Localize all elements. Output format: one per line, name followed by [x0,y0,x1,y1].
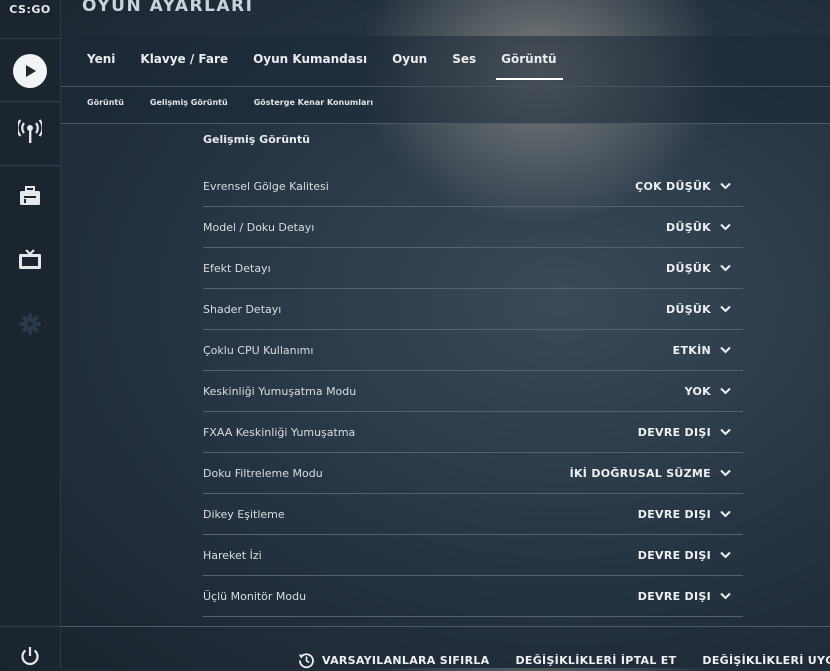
setting-value: DEVRE DIŞI [637,589,711,603]
setting-dropdown[interactable]: DEVRE DIŞI [638,508,731,521]
tab-oyun-kumandasi[interactable]: Oyun Kumandası [253,52,367,66]
setting-dropdown[interactable]: İKİ DOĞRUSAL SÜZME [570,467,731,480]
sidebar-divider [0,165,60,166]
setting-label: Model / Doku Detayı [203,220,315,234]
chevron-down-icon [720,428,731,436]
setting-dropdown[interactable]: DÜŞÜK [666,303,731,316]
briefcase-icon [19,186,41,210]
setting-value: DEVRE DIŞI [637,425,711,439]
tab-yeni[interactable]: Yeni [87,52,115,66]
tv-button[interactable] [0,248,60,276]
setting-dropdown[interactable]: ETKİN [673,344,731,357]
sidebar-divider [0,626,60,627]
footer-actions: VARSAYILANLARA SIFIRLA DEĞİŞİKLİKLERİ İP… [298,652,830,669]
cancel-changes-button[interactable]: DEĞİŞİKLİKLERİ İPTAL ET [515,654,676,667]
settings-tabs: Yeni Klavye / Fare Oyun Kumandası Oyun S… [87,52,582,80]
tabs-divider [61,86,830,87]
setting-row: Efekt Detayı DÜŞÜK [203,248,743,289]
setting-label: Evrensel Gölge Kalitesi [203,179,329,193]
reset-defaults-button[interactable]: VARSAYILANLARA SIFIRLA [298,652,489,669]
setting-dropdown[interactable]: DEVRE DIŞI [638,426,731,439]
settings-list: Evrensel Gölge Kalitesi ÇOK DÜŞÜK Model / … [203,166,743,617]
setting-value: YOK [684,384,711,398]
setting-row: Üçlü Monitör Modu DEVRE DIŞI [203,576,743,617]
setting-dropdown[interactable]: DÜŞÜK [666,221,731,234]
tv-icon [18,249,42,275]
setting-dropdown[interactable]: ÇOK DÜŞÜK [635,180,731,193]
setting-value: DÜŞÜK [666,302,711,316]
tab-goruntu[interactable]: Görüntü [496,52,563,80]
tab-oyun[interactable]: Oyun [392,52,427,66]
chevron-down-icon [720,510,731,518]
sidebar-divider [0,101,60,102]
sidebar-divider [0,38,60,39]
setting-row: Shader Detayı DÜŞÜK [203,289,743,330]
tab-klavye-fare[interactable]: Klavye / Fare [140,52,228,66]
settings-button[interactable] [0,313,60,339]
setting-label: Doku Filtreleme Modu [203,466,323,480]
chevron-down-icon [720,182,731,190]
setting-dropdown[interactable]: DEVRE DIŞI [638,549,731,562]
setting-label: Hareket İzi [203,548,262,562]
subtab-gelismis-goruntu[interactable]: Gelişmiş Görüntü [150,98,228,107]
subtab-gosterge-kenar-konumlari[interactable]: Gösterge Kenar Konumları [254,98,373,107]
sidebar: CS:GO [0,0,61,668]
setting-value: ÇOK DÜŞÜK [635,179,711,193]
setting-dropdown[interactable]: DÜŞÜK [666,262,731,275]
setting-dropdown[interactable]: DEVRE DIŞI [638,590,731,603]
inventory-button[interactable] [0,184,60,212]
chevron-down-icon [720,592,731,600]
setting-row: Hareket İzi DEVRE DIŞI [203,535,743,576]
setting-value: DÜŞÜK [666,261,711,275]
reset-icon [298,652,315,669]
csgo-logo: CS:GO [9,3,51,16]
section-title: Gelişmiş Görüntü [203,133,310,146]
setting-row: Çoklu CPU Kullanımı ETKİN [203,330,743,371]
reset-defaults-label: VARSAYILANLARA SIFIRLA [322,654,490,667]
chevron-down-icon [720,346,731,354]
gear-icon [19,313,41,339]
setting-value: DEVRE DIŞI [637,548,711,562]
setting-row: Doku Filtreleme Modu İKİ DOĞRUSAL SÜZME [203,453,743,494]
apply-changes-button[interactable]: DEĞİŞİKLİKLERİ UYGULA [702,654,830,667]
play-button[interactable] [0,52,60,90]
chevron-down-icon [720,223,731,231]
setting-label: Shader Detayı [203,302,282,316]
setting-row: Dikey Eşitleme DEVRE DIŞI [203,494,743,535]
subtab-goruntu[interactable]: Görüntü [87,98,124,107]
setting-value: ETKİN [672,343,711,357]
setting-value: DÜŞÜK [666,220,711,234]
setting-label: Çoklu CPU Kullanımı [203,343,314,357]
setting-row: FXAA Keskinliği Yumuşatma DEVRE DIŞI [203,412,743,453]
power-icon [19,645,41,671]
setting-value: İKİ DOĞRUSAL SÜZME [569,466,711,480]
setting-label: Dikey Eşitleme [203,507,285,521]
setting-value: DEVRE DIŞI [637,507,711,521]
setting-row: Model / Doku Detayı DÜŞÜK [203,207,743,248]
chevron-down-icon [720,305,731,313]
footer-divider [61,626,830,627]
watch-button[interactable] [0,118,60,150]
power-button[interactable] [0,646,60,670]
chevron-down-icon [720,551,731,559]
setting-row: Evrensel Gölge Kalitesi ÇOK DÜŞÜK [203,166,743,207]
tab-ses[interactable]: Ses [452,52,476,66]
setting-label: Üçlü Monitör Modu [203,589,307,603]
chevron-down-icon [720,469,731,477]
setting-dropdown[interactable]: YOK [685,385,731,398]
setting-row: Keskinliği Yumuşatma Modu YOK [203,371,743,412]
header-band [61,36,830,124]
setting-label: Efekt Detayı [203,261,271,275]
chevron-down-icon [720,264,731,272]
chevron-down-icon [720,387,731,395]
play-icon [13,54,47,88]
setting-label: FXAA Keskinliği Yumuşatma [203,425,356,439]
page-title: OYUN AYARLARI [82,0,254,16]
setting-label: Keskinliği Yumuşatma Modu [203,384,357,398]
broadcast-icon [16,119,44,149]
subtabs: Görüntü Gelişmiş Görüntü Gösterge Kenar … [87,98,399,107]
